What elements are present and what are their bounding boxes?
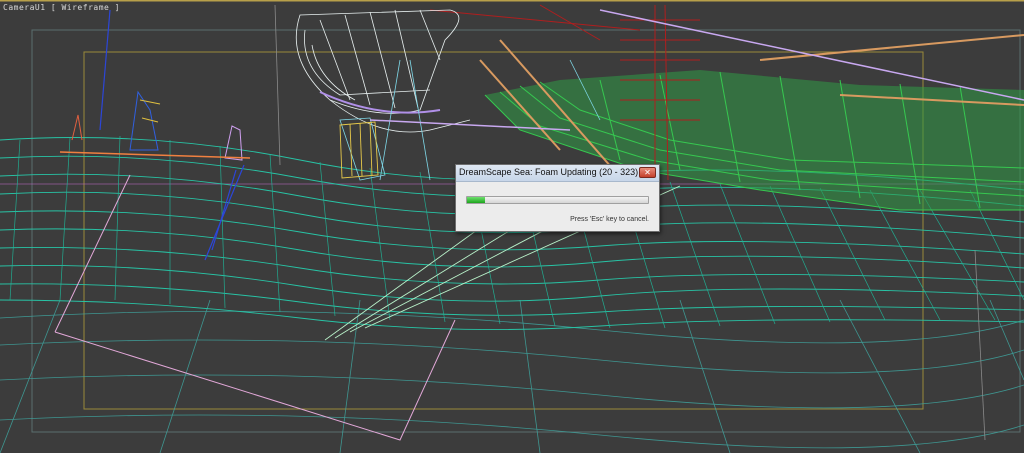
dialog-title: DreamScape Sea: Foam Updating (20 - 323) bbox=[459, 167, 639, 177]
sail-boom bbox=[319, 91, 441, 114]
progress-dialog: DreamScape Sea: Foam Updating (20 - 323)… bbox=[455, 164, 660, 232]
progress-bar bbox=[466, 196, 649, 204]
close-button[interactable]: ✕ bbox=[639, 167, 656, 178]
distant-ships bbox=[59, 90, 251, 161]
main-sail bbox=[295, 9, 471, 133]
cancel-hint: Press 'Esc' key to cancel. bbox=[570, 216, 649, 223]
ship-bow-structure bbox=[339, 121, 379, 179]
progress-fill bbox=[467, 197, 486, 203]
pink-guide-lines bbox=[54, 174, 456, 441]
3d-viewport[interactable]: CameraU1 [ Wireframe ] DreamScape Sea: F… bbox=[0, 0, 1024, 453]
dialog-titlebar[interactable]: DreamScape Sea: Foam Updating (20 - 323)… bbox=[456, 165, 659, 182]
viewport-label[interactable]: CameraU1 [ Wireframe ] bbox=[3, 3, 120, 12]
close-icon: ✕ bbox=[644, 167, 651, 177]
ocean-grid bbox=[0, 299, 1024, 453]
